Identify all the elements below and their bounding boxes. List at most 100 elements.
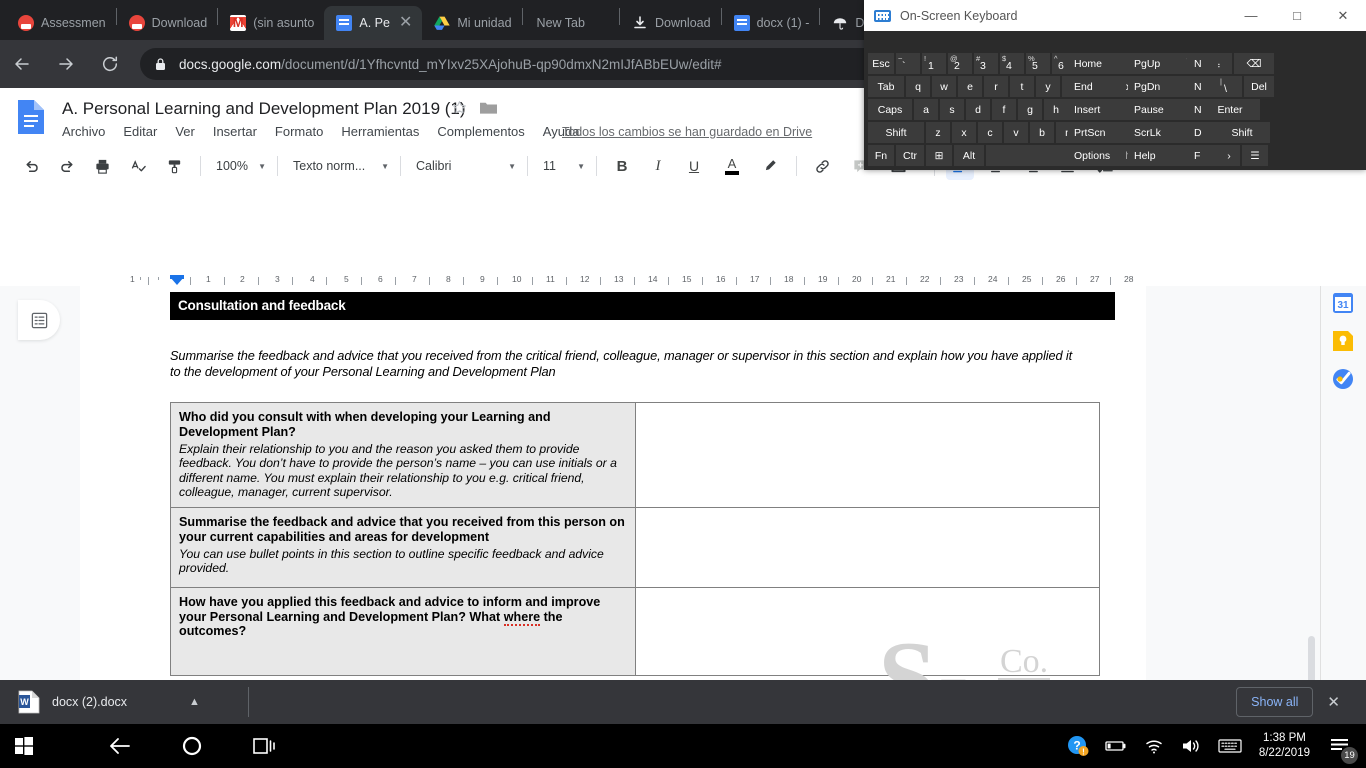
google-tasks-icon[interactable] xyxy=(1332,368,1354,390)
osk-nav-key-help[interactable]: Help xyxy=(1128,145,1186,166)
menu-item-formato[interactable]: Formato xyxy=(275,124,323,139)
menu-item-ver[interactable]: Ver xyxy=(175,124,195,139)
osk-key-tab[interactable]: Tab xyxy=(868,76,904,97)
osk-nav-key-n[interactable]: N xyxy=(1188,53,1218,74)
osk-nav-key-scrlk[interactable]: ScrLk xyxy=(1128,122,1186,143)
font-selector[interactable]: Calibri ▼ xyxy=(408,153,520,179)
zoom-selector[interactable]: 100% ▼ xyxy=(208,153,270,179)
print-icon[interactable] xyxy=(88,152,116,180)
folder-icon[interactable] xyxy=(480,101,497,120)
close-icon[interactable]: ✕ xyxy=(1313,693,1354,711)
osk-key-g[interactable]: g xyxy=(1018,99,1042,120)
star-icon[interactable] xyxy=(452,100,467,120)
osk-key-\[interactable]: | \ xyxy=(1218,76,1242,97)
document-ruler[interactable]: 1 1 2 3 4 5 6 7 8 9 10 11 12 13 14 15 16… xyxy=(0,272,1366,286)
browser-tab-4[interactable]: Mi unidad xyxy=(422,6,521,40)
menu-item-complementos[interactable]: Complementos xyxy=(437,124,524,139)
osk-key-`[interactable]: ~ ` xyxy=(896,53,920,74)
underline-button[interactable]: U xyxy=(680,152,708,180)
browser-tab-6[interactable]: Download xyxy=(620,6,721,40)
osk-key-⌫[interactable]: ⌫ xyxy=(1234,53,1274,74)
browser-tab-2[interactable]: (sin asunto xyxy=(218,6,324,40)
osk-key-3[interactable]: #3 xyxy=(974,53,998,74)
osk-nav-key-insert[interactable]: Insert xyxy=(1068,99,1126,120)
forward-arrow-icon[interactable] xyxy=(44,42,88,86)
osk-key-1[interactable]: ! 1 xyxy=(922,53,946,74)
osk-key-shift[interactable]: Shift xyxy=(1214,122,1270,143)
paint-format-icon[interactable] xyxy=(160,152,188,180)
close-icon[interactable]: ✕ xyxy=(399,15,412,31)
wifi-icon[interactable] xyxy=(1135,724,1173,768)
volume-icon[interactable] xyxy=(1173,724,1211,768)
menu-item-insertar[interactable]: Insertar xyxy=(213,124,257,139)
answer-cell-3[interactable] xyxy=(635,587,1100,677)
link-icon[interactable] xyxy=(808,152,836,180)
osk-key-t[interactable]: t xyxy=(1010,76,1034,97)
reload-icon[interactable] xyxy=(88,42,132,86)
maximize-button[interactable]: □ xyxy=(1274,0,1320,31)
action-center-icon[interactable]: 19 xyxy=(1320,724,1360,768)
undo-icon[interactable] xyxy=(18,152,46,180)
osk-key-☰[interactable]: ☰ xyxy=(1242,145,1268,166)
highlight-color-icon[interactable] xyxy=(756,152,784,180)
answer-cell-2[interactable] xyxy=(635,507,1100,589)
document-outline-icon[interactable] xyxy=(18,300,60,340)
osk-key-y[interactable]: y xyxy=(1036,76,1060,97)
paragraph-style-selector[interactable]: Texto norm... ▼ xyxy=(285,153,393,179)
chevron-up-icon[interactable]: ▲ xyxy=(189,696,200,708)
osk-key-q[interactable]: q xyxy=(906,76,930,97)
osk-key-e[interactable]: e xyxy=(958,76,982,97)
osk-key-c[interactable]: c xyxy=(978,122,1002,143)
osk-key-2[interactable]: @2 xyxy=(948,53,972,74)
osk-title-bar[interactable]: On-Screen Keyboard — □ ✕ xyxy=(864,0,1366,31)
osk-key-f[interactable]: f xyxy=(992,99,1016,120)
osk-key-x[interactable]: x xyxy=(952,122,976,143)
help-question-icon[interactable]: ? ! xyxy=(1059,724,1097,768)
osk-nav-key-home[interactable]: Home xyxy=(1068,53,1126,74)
page-title[interactable]: A. Personal Learning and Development Pla… xyxy=(62,99,466,119)
question-cell-2[interactable]: Summarise the feedback and advice that y… xyxy=(170,507,636,589)
browser-tab-3-active[interactable]: A. Pe ✕ xyxy=(324,6,423,40)
osk-key-⊞[interactable]: ⊞ xyxy=(926,145,952,166)
bold-button[interactable]: B xyxy=(608,152,636,180)
osk-key-w[interactable]: w xyxy=(932,76,956,97)
spellcheck-icon[interactable] xyxy=(124,152,152,180)
back-arrow-icon[interactable] xyxy=(96,724,144,768)
minimize-button[interactable]: — xyxy=(1228,0,1274,31)
osk-nav-key-prtscn[interactable]: PrtScn xyxy=(1068,122,1126,143)
osk-nav-key-pgup[interactable]: PgUp xyxy=(1128,53,1186,74)
close-button[interactable]: ✕ xyxy=(1320,0,1366,31)
browser-tab-5[interactable]: New Tab xyxy=(523,6,595,40)
menu-item-editar[interactable]: Editar xyxy=(123,124,157,139)
download-item[interactable]: W docx (2).docx ▲ xyxy=(18,690,200,714)
osk-nav-key-n[interactable]: N xyxy=(1188,99,1218,120)
osk-nav-key-pause[interactable]: Pause xyxy=(1128,99,1186,120)
redo-icon[interactable] xyxy=(52,152,80,180)
task-view-icon[interactable] xyxy=(240,724,288,768)
italic-button[interactable]: I xyxy=(644,152,672,180)
google-calendar-icon[interactable]: 31 xyxy=(1332,292,1354,314)
osk-key-del[interactable]: Del xyxy=(1244,76,1274,97)
battery-icon[interactable] xyxy=(1097,724,1135,768)
osk-key-›[interactable]: › xyxy=(1218,145,1240,166)
osk-key-shift[interactable]: Shift xyxy=(868,122,924,143)
osk-key-h[interactable]: h xyxy=(1044,99,1068,120)
osk-key-caps[interactable]: Caps xyxy=(868,99,912,120)
menu-item-herramientas[interactable]: Herramientas xyxy=(341,124,419,139)
question-cell-3[interactable]: How have you applied this feedback and a… xyxy=(170,587,636,677)
osk-key-esc[interactable]: Esc xyxy=(868,53,894,74)
save-status[interactable]: Todos los cambios se han guardado en Dri… xyxy=(562,125,812,139)
answer-cell-1[interactable] xyxy=(635,401,1100,509)
menu-item-archivo[interactable]: Archivo xyxy=(62,124,105,139)
osk-key-s[interactable]: s xyxy=(940,99,964,120)
osk-nav-key-n[interactable]: N xyxy=(1188,76,1218,97)
osk-key-r[interactable]: r xyxy=(984,76,1008,97)
browser-tab-1[interactable]: Download xyxy=(117,6,218,40)
osk-key-z[interactable]: z xyxy=(926,122,950,143)
question-cell-1[interactable]: Who did you consult with when developing… xyxy=(170,401,636,509)
indent-marker-triangle[interactable] xyxy=(170,277,184,285)
osk-key-a[interactable]: a xyxy=(914,99,938,120)
osk-key-ctr[interactable]: Ctr xyxy=(896,145,924,166)
font-size-selector[interactable]: 11 ▼ xyxy=(535,153,589,179)
browser-tab-7[interactable]: docx (1) - xyxy=(722,6,820,40)
